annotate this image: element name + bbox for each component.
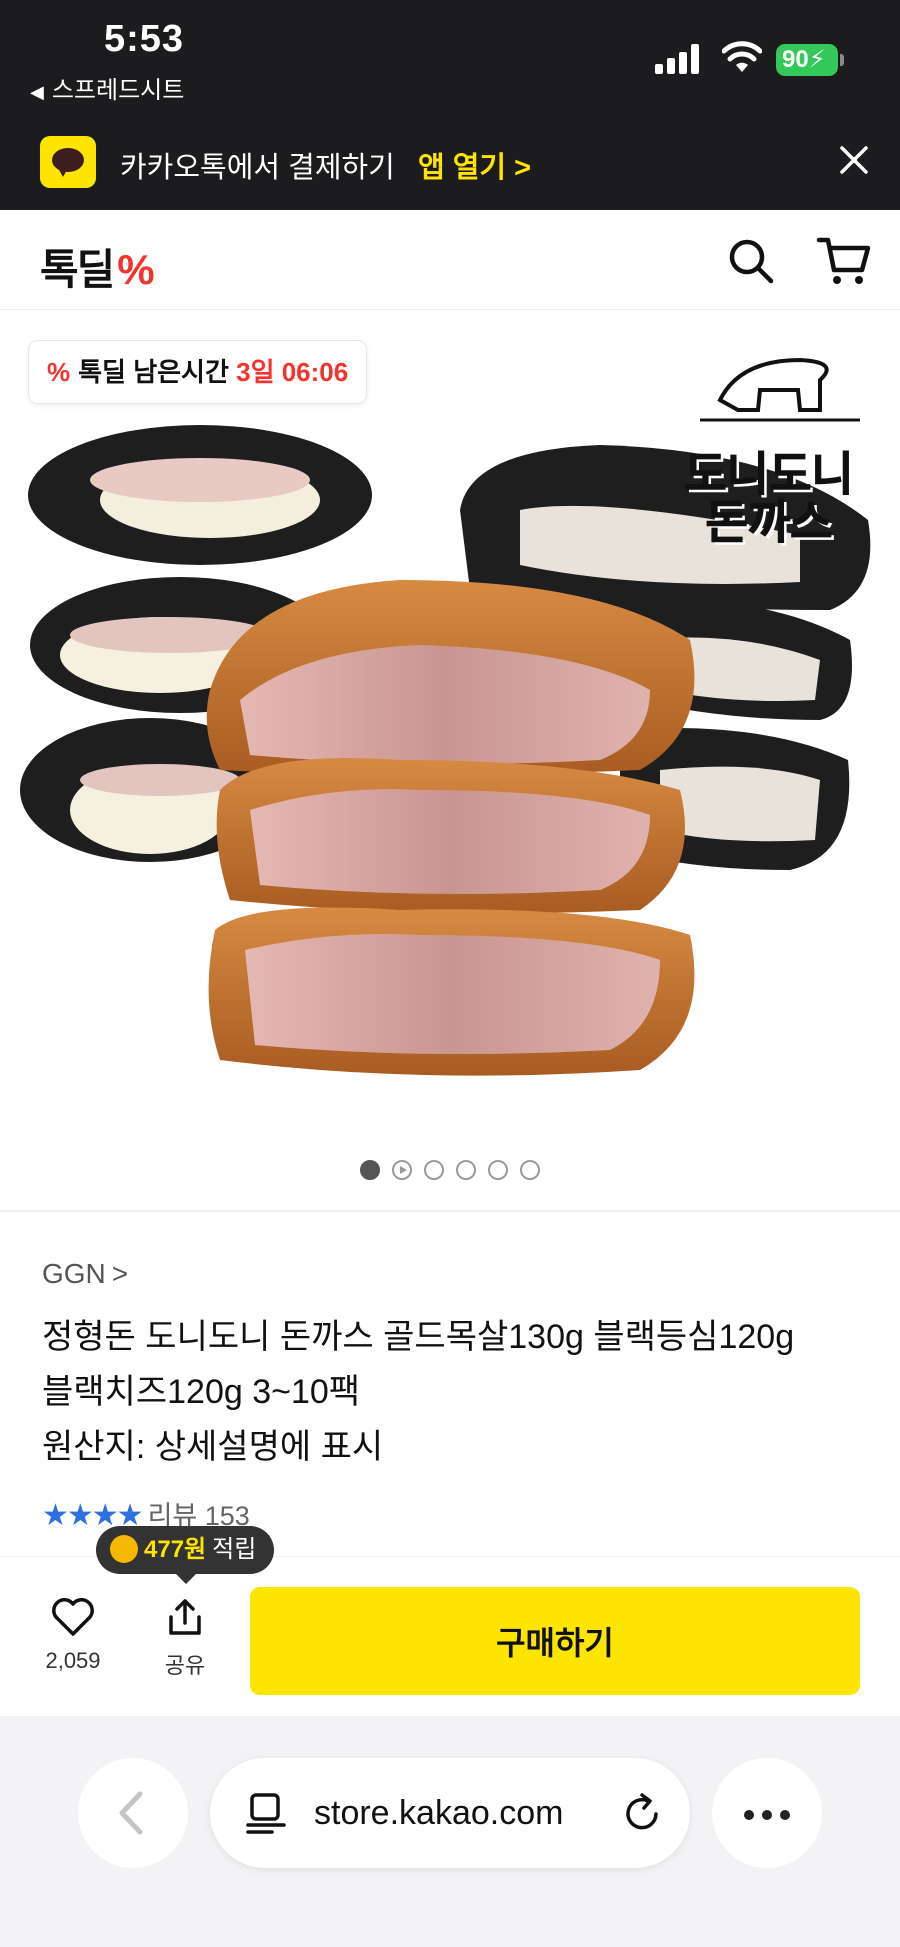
brand-name: 도니도니 돈까스 bbox=[664, 448, 874, 548]
carousel-dot[interactable] bbox=[488, 1160, 508, 1180]
more-dot-icon bbox=[762, 1810, 772, 1820]
browser-back-button[interactable] bbox=[78, 1758, 188, 1868]
site-header: 톡딜% bbox=[0, 210, 900, 310]
cart-icon[interactable] bbox=[816, 234, 872, 288]
close-icon[interactable] bbox=[836, 142, 872, 178]
product-title: 정형돈 도니도니 돈까스 골드목살130g 블랙등심120g 블랙치즈120g … bbox=[42, 1310, 872, 1475]
points-tooltip: 477원 적립 bbox=[96, 1526, 275, 1584]
more-dot-icon bbox=[780, 1810, 790, 1820]
tokdeal-timer-badge: % 톡딜 남은시간 3일 06:06 bbox=[28, 340, 368, 404]
carousel-dot[interactable] bbox=[520, 1160, 540, 1180]
open-app-link[interactable]: 앱 열기 > bbox=[418, 144, 531, 186]
share-button[interactable]: 공유 bbox=[140, 1597, 230, 1680]
status-bar: 5:53 ◀ 스프레드시트 90⚡ bbox=[0, 0, 900, 106]
kakaotalk-logo-icon bbox=[40, 136, 96, 188]
back-to-app-link[interactable]: ◀ 스프레드시트 bbox=[30, 70, 184, 105]
share-icon bbox=[169, 1599, 201, 1635]
logo-text: 톡딜 bbox=[40, 246, 115, 293]
title-line: 블랙치즈120g 3~10팩 bbox=[42, 1373, 361, 1411]
share-label: 공유 bbox=[164, 1653, 206, 1678]
timer-value: 3일 06:06 bbox=[236, 357, 349, 387]
signal-icon bbox=[655, 44, 703, 74]
carousel-dot[interactable] bbox=[456, 1160, 476, 1180]
purchase-bar: 2,059 공유 구매하기 bbox=[0, 1556, 900, 1716]
section-divider bbox=[0, 1210, 900, 1212]
brand-logo: 도니도니 돈까스 bbox=[664, 350, 874, 560]
origin-line: 원산지: 상세설명에 표시 bbox=[42, 1428, 384, 1466]
status-time: 5:53 bbox=[104, 18, 185, 60]
brand-line-2: 돈까스 bbox=[705, 496, 833, 548]
coin-icon bbox=[110, 1534, 138, 1563]
browser-toolbar: store.kakao.com bbox=[0, 1716, 900, 1947]
tokdeal-logo[interactable]: 톡딜% bbox=[40, 236, 155, 297]
more-dot-icon bbox=[744, 1810, 754, 1820]
search-icon[interactable] bbox=[726, 236, 776, 286]
reader-icon bbox=[246, 1793, 286, 1834]
carousel-dot[interactable] bbox=[424, 1160, 444, 1180]
chevron-left-icon bbox=[119, 1791, 143, 1835]
battery-level: 90 bbox=[782, 46, 809, 73]
wifi-icon bbox=[722, 41, 762, 72]
seller-link[interactable]: GGN > bbox=[42, 1258, 128, 1290]
points-label: 적립 bbox=[212, 1536, 257, 1563]
brand-line-1: 도니도니 bbox=[684, 448, 854, 500]
more-options-button[interactable] bbox=[712, 1758, 822, 1868]
logo-percent-mark: % bbox=[117, 246, 154, 293]
like-count: 2,059 bbox=[45, 1648, 101, 1673]
kakao-banner-text: 카카오톡에서 결제하기 bbox=[120, 152, 395, 184]
url-text: store.kakao.com bbox=[314, 1794, 564, 1832]
battery-icon: 90⚡ bbox=[776, 44, 844, 76]
timer-prefix: 톡딜 남은시간 bbox=[78, 357, 229, 387]
product-image-carousel[interactable]: % 톡딜 남은시간 3일 06:06 도니도니 돈까스 bbox=[0, 310, 900, 1210]
buy-button[interactable]: 구매하기 bbox=[250, 1587, 860, 1695]
seller-name: GGN bbox=[42, 1258, 106, 1289]
kakao-app-banner[interactable]: 카카오톡에서 결제하기 앱 열기 > bbox=[0, 106, 900, 210]
address-bar[interactable]: store.kakao.com bbox=[210, 1758, 690, 1868]
heart-icon bbox=[52, 1598, 94, 1636]
reload-icon[interactable] bbox=[620, 1790, 664, 1836]
title-line: 정형돈 도니도니 돈까스 골드목살130g 블랙등심120g bbox=[42, 1318, 795, 1356]
chevron-right-icon: > bbox=[111, 1258, 129, 1289]
timer-percent-mark: % bbox=[47, 357, 71, 387]
carousel-indicator bbox=[0, 1160, 900, 1190]
points-amount: 477원 bbox=[144, 1536, 207, 1563]
like-button[interactable]: 2,059 bbox=[28, 1597, 118, 1674]
carousel-video-dot[interactable] bbox=[392, 1160, 412, 1180]
back-triangle-icon: ◀ bbox=[30, 82, 44, 102]
carousel-dot[interactable] bbox=[360, 1160, 380, 1180]
back-app-label: 스프레드시트 bbox=[51, 77, 185, 104]
